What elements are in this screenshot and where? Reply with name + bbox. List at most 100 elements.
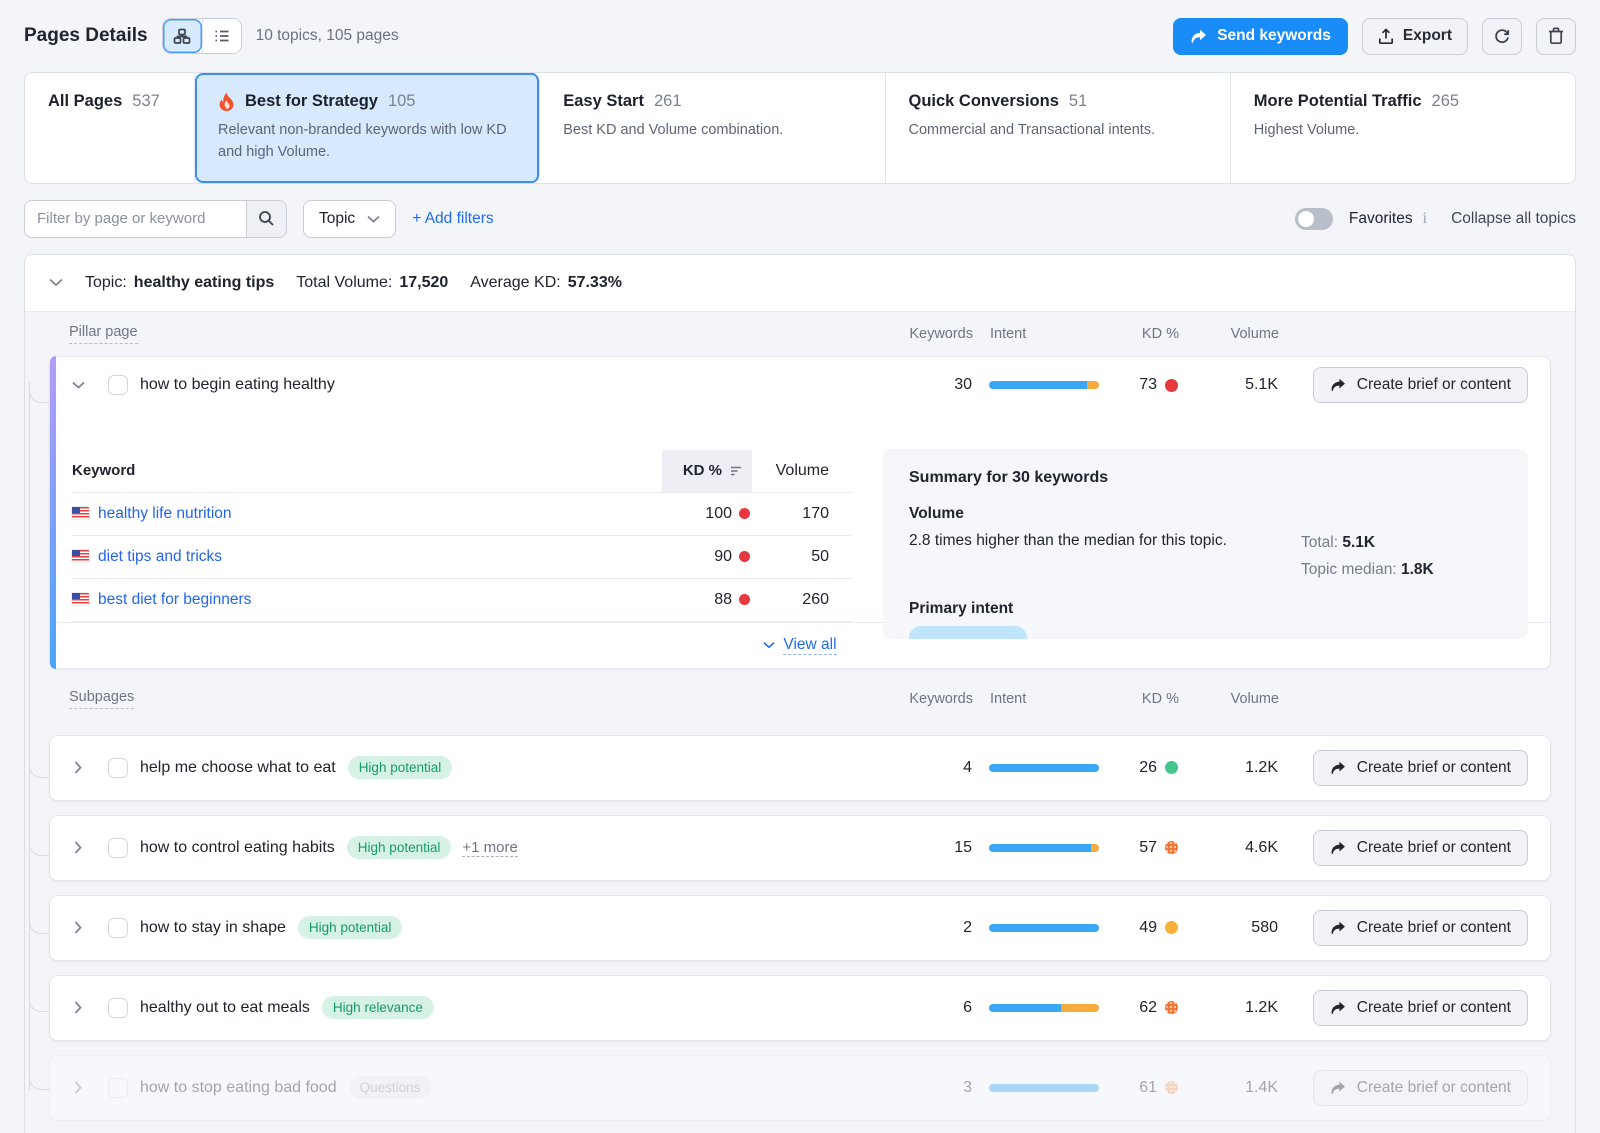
tab-more-potential-traffic[interactable]: More Potential Traffic 265 Highest Volum… [1231, 73, 1575, 183]
volume-value: 260 [752, 591, 852, 609]
kd-value: 49 [1139, 919, 1157, 937]
export-button[interactable]: Export [1362, 18, 1468, 55]
create-brief-label: Create brief or content [1357, 759, 1511, 777]
tab-best-for-strategy[interactable]: Best for Strategy 105 Relevant non-brand… [195, 73, 540, 183]
forward-arrow-icon [1330, 921, 1346, 935]
topic-label: Topic: [85, 274, 127, 292]
list-view-button[interactable] [202, 19, 241, 53]
kd-header-label: KD % [683, 462, 722, 479]
forward-arrow-icon [1330, 1081, 1346, 1095]
tab-count: 537 [132, 92, 160, 111]
export-label: Export [1403, 27, 1452, 45]
expand-row-button[interactable] [70, 1080, 86, 1096]
keywords-count: 4 [819, 759, 972, 777]
summary-title: Summary for 30 keywords [909, 469, 1502, 487]
keyword-table-header: Keyword KD % Volume [72, 450, 852, 493]
collapse-all-topics-link[interactable]: Collapse all topics [1451, 210, 1576, 228]
search-input[interactable] [24, 200, 246, 238]
keyword-link[interactable]: best diet for beginners [98, 591, 251, 608]
row-checkbox[interactable] [108, 375, 128, 395]
keywords-summary-panel: Summary for 30 keywords Volume 2.8 times… [883, 449, 1528, 639]
tree-connector-elbow [29, 913, 50, 934]
favorites-toggle[interactable] [1295, 208, 1333, 230]
tab-label: Easy Start [563, 92, 644, 111]
intent-bar [972, 924, 1109, 932]
refresh-button[interactable] [1482, 18, 1522, 55]
status-badge: High potential [347, 836, 452, 859]
create-brief-button[interactable]: Create brief or content [1313, 750, 1528, 786]
row-checkbox[interactable] [108, 758, 128, 778]
expand-row-button[interactable] [70, 760, 86, 776]
kd-value: 90 [714, 548, 732, 566]
subpage-row: healthy out to eat meals High relevance … [50, 976, 1550, 1040]
topic-dropdown[interactable]: Topic [303, 200, 396, 238]
column-intent: Intent [973, 326, 1110, 342]
kd-difficulty-dot [1165, 379, 1178, 392]
tab-quick-conversions[interactable]: Quick Conversions 51 Commercial and Tran… [886, 73, 1231, 183]
tab-easy-start[interactable]: Easy Start 261 Best KD and Volume combin… [540, 73, 885, 183]
collapse-row-button[interactable] [70, 377, 86, 393]
create-brief-button[interactable]: Create brief or content [1313, 910, 1528, 946]
expand-row-button[interactable] [70, 840, 86, 856]
row-checkbox[interactable] [108, 838, 128, 858]
pillar-accent-bar [50, 356, 56, 669]
topic-name: healthy eating tips [134, 274, 274, 292]
search-box [24, 200, 287, 238]
column-volume: Volume [752, 462, 852, 480]
expand-row-button[interactable] [70, 1000, 86, 1016]
more-badges-link[interactable]: +1 more [462, 839, 517, 857]
subpage-row: how to control eating habits High potent… [50, 816, 1550, 880]
kd-difficulty-dot [1165, 841, 1178, 854]
list-view-icon [213, 27, 231, 45]
column-intent: Intent [973, 691, 1110, 707]
export-icon [1378, 28, 1394, 45]
row-checkbox[interactable] [108, 918, 128, 938]
summary-volume-text: 2.8 times higher than the median for thi… [909, 529, 1261, 585]
create-brief-button[interactable]: Create brief or content [1313, 990, 1528, 1026]
expand-row-button[interactable] [70, 920, 86, 936]
forward-arrow-icon [1330, 378, 1346, 392]
keyword-link[interactable]: diet tips and tricks [98, 548, 222, 565]
pillar-page-label[interactable]: Pillar page [69, 324, 138, 344]
subpage-card: how to stay in shape High potential 2 49… [49, 895, 1551, 961]
subpage-card: how to control eating habits High potent… [49, 815, 1551, 881]
chevron-down-icon [367, 215, 380, 223]
tab-all-pages[interactable]: All Pages 537 [25, 73, 195, 183]
delete-button[interactable] [1536, 18, 1576, 55]
tab-label: Best for Strategy [245, 92, 378, 111]
tab-description: Relevant non-branded keywords with low K… [218, 120, 516, 164]
kd-value: 62 [1139, 999, 1157, 1017]
create-brief-button[interactable]: Create brief or content [1313, 830, 1528, 866]
row-checkbox[interactable] [108, 1078, 128, 1098]
topics-pages-count: 10 topics, 105 pages [256, 27, 399, 45]
keyword-row: healthy life nutrition 100 170 [72, 493, 852, 536]
column-kd-sortable[interactable]: KD % [662, 450, 752, 492]
send-keywords-button[interactable]: Send keywords [1173, 18, 1348, 55]
subpage-title: healthy out to eat meals [140, 999, 310, 1017]
tree-view-button[interactable] [163, 19, 202, 53]
kd-value: 100 [705, 505, 732, 523]
create-brief-button[interactable]: Create brief or content [1313, 367, 1528, 403]
create-brief-button[interactable]: Create brief or content [1313, 1070, 1528, 1106]
volume-value: 4.6K [1178, 839, 1288, 857]
primary-intent-label: Primary intent [909, 600, 1502, 618]
total-volume-label: Total Volume: [296, 274, 392, 292]
kd-difficulty-dot [1165, 1001, 1178, 1014]
total-volume-value: 17,520 [399, 274, 448, 292]
info-icon[interactable]: i [1423, 210, 1427, 228]
view-all-link[interactable]: View all [783, 636, 836, 655]
topic-header[interactable]: Topic: healthy eating tips Total Volume:… [25, 255, 1575, 312]
pillar-columns-header: Pillar page Keywords Intent KD % Volume [49, 312, 1551, 356]
row-checkbox[interactable] [108, 998, 128, 1018]
volume-value: 170 [752, 505, 852, 523]
add-filters-link[interactable]: + Add filters [412, 210, 493, 228]
subpages-label[interactable]: Subpages [69, 689, 134, 709]
sort-descending-icon [730, 466, 742, 476]
tab-count: 51 [1069, 92, 1087, 111]
chevron-down-icon[interactable] [49, 278, 63, 287]
forward-arrow-icon [1330, 1001, 1346, 1015]
search-button[interactable] [246, 200, 287, 238]
keyword-row: best diet for beginners 88 260 [72, 579, 852, 622]
tree-connector-elbow [29, 1069, 50, 1090]
keyword-link[interactable]: healthy life nutrition [98, 505, 232, 522]
